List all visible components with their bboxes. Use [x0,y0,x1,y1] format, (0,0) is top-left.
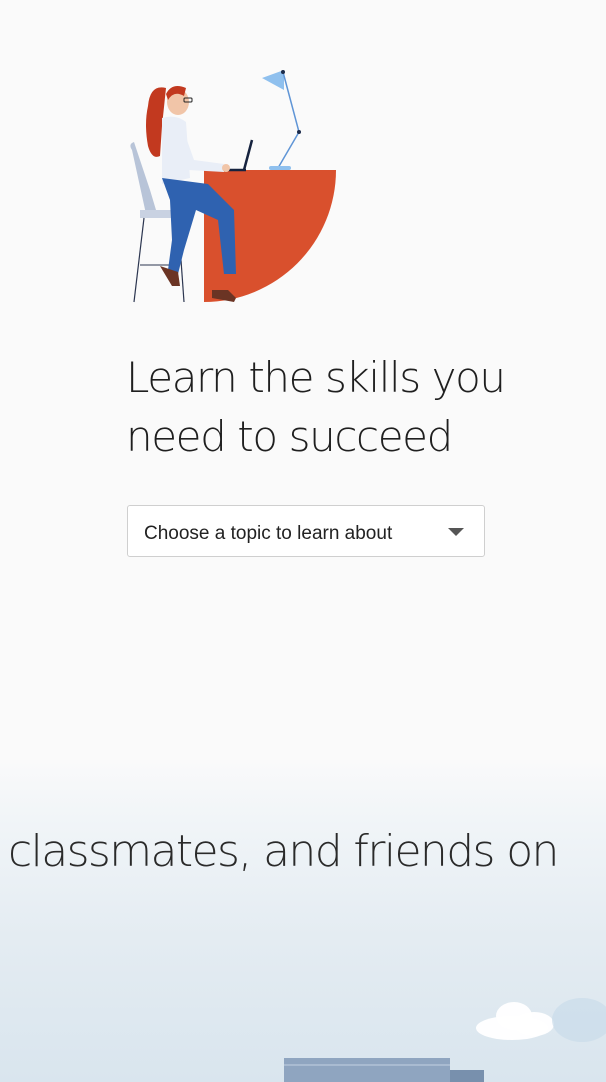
headline-line-2: need to succeed [126,412,453,461]
headline-line-1: Learn the skills you [126,353,506,402]
topic-select-label: Choose a topic to learn about [144,523,393,544]
caret-down-icon [448,528,464,536]
person-at-desk-illustration [130,70,336,303]
desk-lamp [262,70,301,170]
topic-select-dropdown[interactable]: Choose a topic to learn about [127,505,485,557]
banner-text: classmates, and friends on [8,826,559,877]
sky-banner: classmates, and friends on [0,760,606,1082]
building-rooftop [284,1058,484,1082]
cloud-icon [476,998,606,1042]
page-headline: Learn the skills you need to succeed [126,348,546,466]
